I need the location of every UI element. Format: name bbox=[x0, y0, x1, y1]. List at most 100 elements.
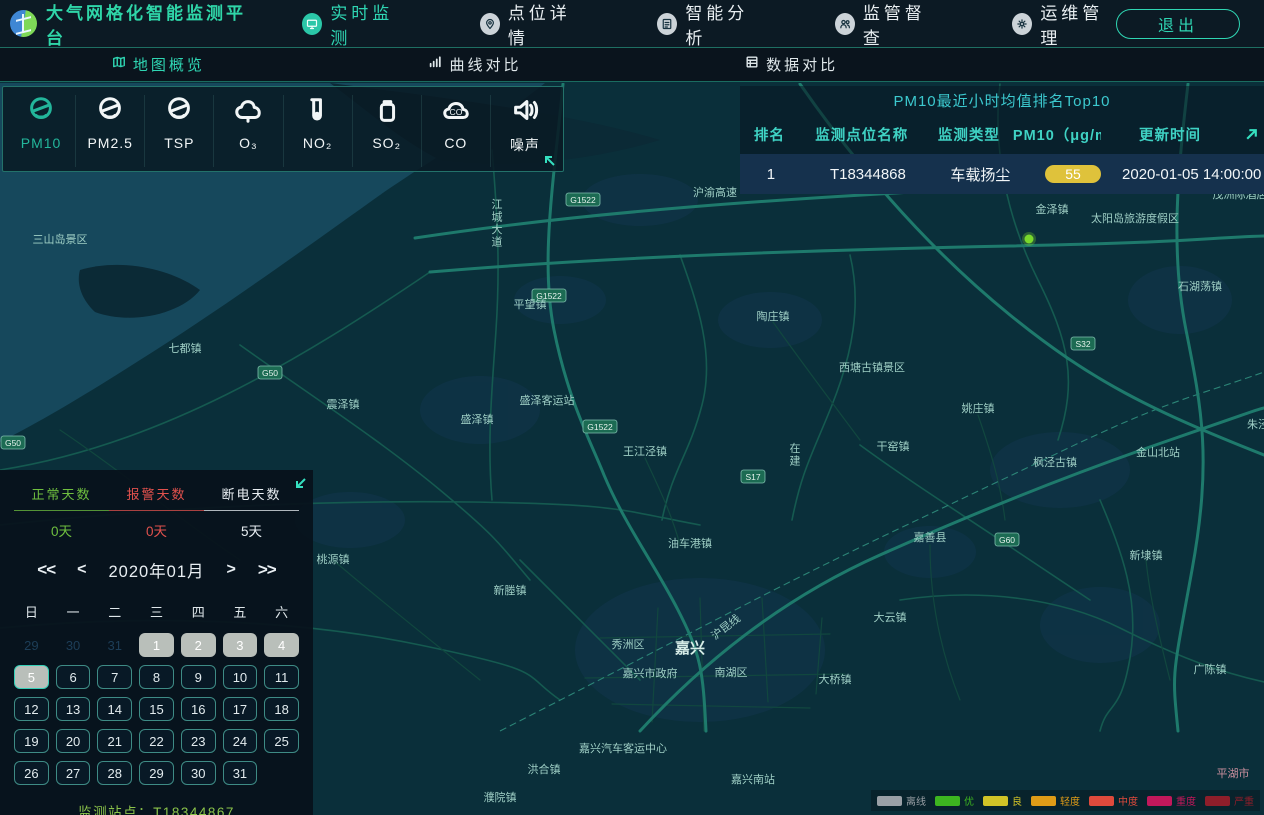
ranking-rows: 1T18344868车载扬尘552020-01-05 14:00:00 bbox=[740, 154, 1264, 194]
next-month-button[interactable]: > bbox=[227, 561, 236, 579]
table-cell: 车载扬尘 bbox=[934, 164, 1027, 185]
calendar-stat-1[interactable]: 报警天数0天 bbox=[109, 484, 204, 540]
calendar-day[interactable]: 22 bbox=[139, 729, 174, 753]
weekday-label: 六 bbox=[264, 602, 299, 621]
legend-label: 优 bbox=[964, 793, 974, 808]
calendar-day[interactable]: 23 bbox=[181, 729, 216, 753]
pollutant-pm25[interactable]: PM2.5 bbox=[76, 95, 145, 167]
calendar-day[interactable]: 28 bbox=[97, 761, 132, 785]
pollutant-label: PM10 bbox=[21, 135, 62, 151]
monitor-point-dot[interactable] bbox=[1025, 235, 1034, 244]
calendar-day[interactable]: 14 bbox=[97, 697, 132, 721]
map-label: 三山岛景区 bbox=[33, 232, 88, 246]
road-shield: G50 bbox=[1, 436, 25, 449]
map-label: 七都镇 bbox=[169, 341, 202, 355]
map-label: 金泽镇 bbox=[1036, 202, 1069, 216]
legend-swatch bbox=[1147, 796, 1172, 806]
calendar-panel: 正常天数0天报警天数0天断电天数5天 << < 2020年01月 > >> 日一… bbox=[0, 470, 313, 815]
stat-label: 断电天数 bbox=[204, 484, 299, 503]
calendar-day[interactable]: 1 bbox=[139, 633, 174, 657]
legend-item: 中度 bbox=[1089, 793, 1138, 808]
calendar-day[interactable]: 25 bbox=[264, 729, 299, 753]
weekday-label: 五 bbox=[223, 602, 258, 621]
calendar-day[interactable]: 5 bbox=[14, 665, 49, 689]
legend-label: 良 bbox=[1012, 793, 1022, 808]
calendar-day[interactable]: 6 bbox=[56, 665, 91, 689]
map-label: 盛泽镇 bbox=[461, 412, 494, 426]
expand-table-arrow-icon[interactable] bbox=[1239, 127, 1264, 142]
calendar-day[interactable]: 21 bbox=[97, 729, 132, 753]
pm10-icon bbox=[26, 95, 56, 130]
svg-text:G1522: G1522 bbox=[570, 195, 596, 205]
calendar-weekdays: 日一二三四五六 bbox=[14, 602, 299, 621]
calendar-stat-0[interactable]: 正常天数0天 bbox=[14, 484, 109, 540]
calendar-stat-2[interactable]: 断电天数5天 bbox=[204, 484, 299, 540]
map-label: 平望镇 bbox=[514, 297, 547, 311]
prev-year-button[interactable]: << bbox=[37, 560, 55, 580]
calendar-day[interactable]: 19 bbox=[14, 729, 49, 753]
nav-item-label: 运维管理 bbox=[1040, 0, 1116, 49]
calendar-day[interactable]: 10 bbox=[223, 665, 258, 689]
pollutant-label: 噪声 bbox=[510, 135, 540, 155]
weekday-label: 日 bbox=[14, 602, 49, 621]
pollutant-o3[interactable]: O₃ bbox=[214, 95, 283, 167]
calendar-day[interactable]: 18 bbox=[264, 697, 299, 721]
calendar-day[interactable]: 26 bbox=[14, 761, 49, 785]
calendar-day[interactable]: 31 bbox=[223, 761, 258, 785]
map-label: 陶庄镇 bbox=[757, 309, 790, 323]
calendar-day[interactable]: 9 bbox=[181, 665, 216, 689]
legend-swatch bbox=[877, 796, 902, 806]
pollutant-tsp[interactable]: TSP bbox=[145, 95, 214, 167]
ranking-title: PM10最近小时均值排名Top10 bbox=[740, 86, 1264, 116]
calendar-day[interactable]: 4 bbox=[264, 633, 299, 657]
legend-label: 中度 bbox=[1118, 793, 1138, 808]
table-row[interactable]: 1T18344868车载扬尘552020-01-05 14:00:00 bbox=[740, 154, 1264, 194]
calendar-day[interactable]: 7 bbox=[97, 665, 132, 689]
prev-month-button[interactable]: < bbox=[77, 561, 86, 579]
collapse-pollutant-arrow-icon[interactable] bbox=[543, 154, 557, 168]
map-label: 桃源镇 bbox=[317, 552, 350, 566]
nav-item-points[interactable]: 点位详情 bbox=[480, 0, 584, 49]
weekday-label: 三 bbox=[139, 602, 174, 621]
nav-item-ops[interactable]: 运维管理 bbox=[1012, 0, 1116, 49]
legend-swatch bbox=[935, 796, 960, 806]
pollutant-so2[interactable]: SO₂ bbox=[353, 95, 422, 167]
tab-curve[interactable]: 曲线对比 bbox=[428, 54, 521, 75]
nav-item-supervise[interactable]: 监管督查 bbox=[835, 0, 939, 49]
calendar-day[interactable]: 2 bbox=[181, 633, 216, 657]
next-year-button[interactable]: >> bbox=[258, 560, 276, 580]
weekday-label: 四 bbox=[181, 602, 216, 621]
nav-item-realtime[interactable]: 实时监测 bbox=[302, 0, 406, 49]
calendar-day[interactable]: 30 bbox=[181, 761, 216, 785]
calendar-day[interactable]: 29 bbox=[139, 761, 174, 785]
calendar-day[interactable]: 12 bbox=[14, 697, 49, 721]
value-badge: 55 bbox=[1045, 165, 1101, 183]
calendar-day[interactable]: 24 bbox=[223, 729, 258, 753]
tab-data[interactable]: 数据对比 bbox=[745, 54, 838, 75]
map-label: 沪渝高速 bbox=[693, 185, 737, 199]
nav-item-analysis[interactable]: 智能分析 bbox=[657, 0, 761, 49]
pollutant-no2[interactable]: NO₂ bbox=[284, 95, 353, 167]
calendar-day[interactable]: 27 bbox=[56, 761, 91, 785]
calendar-day[interactable]: 17 bbox=[223, 697, 258, 721]
pollutant-label: SO₂ bbox=[372, 135, 401, 151]
calendar-day[interactable]: 15 bbox=[139, 697, 174, 721]
station-marker[interactable] bbox=[1022, 232, 1036, 246]
calendar-day[interactable]: 13 bbox=[56, 697, 91, 721]
tab-map[interactable]: 地图概览 bbox=[112, 54, 205, 75]
pm25-icon bbox=[95, 95, 125, 130]
calendar-day[interactable]: 8 bbox=[139, 665, 174, 689]
pollutant-co[interactable]: COCO bbox=[422, 95, 491, 167]
calendar-day[interactable]: 20 bbox=[56, 729, 91, 753]
calendar-month-nav: << < 2020年01月 > >> bbox=[14, 558, 299, 582]
pollutant-pm10[interactable]: PM10 bbox=[7, 95, 76, 167]
calendar-day[interactable]: 16 bbox=[181, 697, 216, 721]
legend-item: 良 bbox=[983, 793, 1022, 808]
analysis-icon bbox=[657, 13, 677, 35]
calendar-day[interactable]: 3 bbox=[223, 633, 258, 657]
calendar-day[interactable]: 11 bbox=[264, 665, 299, 689]
collapse-calendar-arrow-icon[interactable] bbox=[294, 476, 308, 490]
logout-button[interactable]: 退出 bbox=[1116, 9, 1240, 39]
map-label: 新埭镇 bbox=[1130, 548, 1163, 562]
pollutant-label: O₃ bbox=[239, 135, 258, 151]
